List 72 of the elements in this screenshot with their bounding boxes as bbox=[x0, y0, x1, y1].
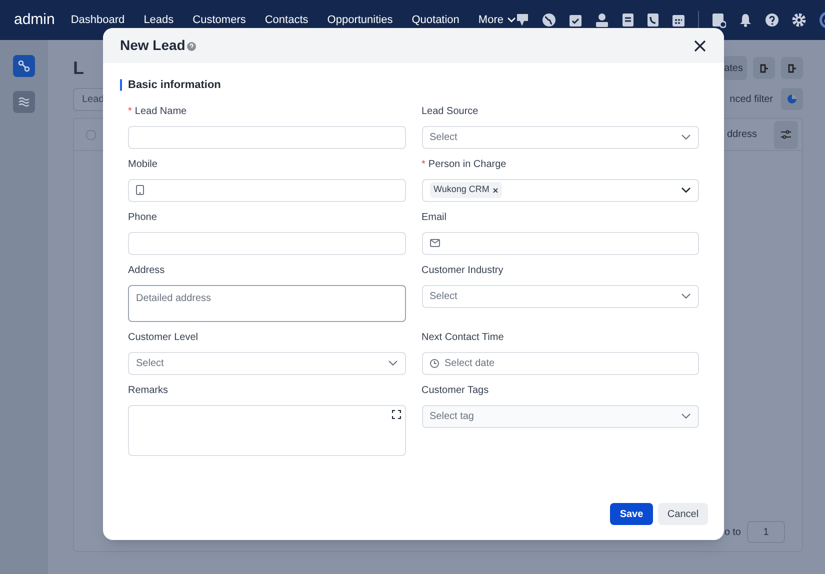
remove-icon bbox=[493, 188, 498, 192]
select-dropdown[interactable]: Select bbox=[422, 126, 699, 148]
nav-link[interactable]: Opportunities bbox=[327, 12, 393, 28]
brand-name: admin bbox=[14, 10, 55, 30]
field-label: Remarks bbox=[128, 384, 168, 398]
field-label: Lead Name bbox=[134, 105, 187, 119]
page-number-field[interactable]: 1 bbox=[747, 521, 785, 543]
close-icon[interactable] bbox=[694, 40, 706, 52]
field-label: Mobile bbox=[128, 158, 158, 172]
person-select[interactable]: Wukong CRM bbox=[422, 178, 699, 202]
advanced-filter-button[interactable]: nced filter bbox=[722, 92, 781, 106]
section-title: Basic information bbox=[128, 78, 221, 93]
chevron-down-icon bbox=[507, 17, 516, 23]
field-label: Customer Level bbox=[128, 331, 198, 345]
field-label: Customer Tags bbox=[422, 384, 489, 398]
tag-select-dropdown[interactable]: Select tag bbox=[422, 404, 699, 428]
nav-link[interactable]: Customers bbox=[192, 12, 246, 28]
bell-icon[interactable] bbox=[739, 13, 752, 27]
chart-icon[interactable] bbox=[781, 88, 803, 110]
document-icon[interactable] bbox=[622, 13, 634, 27]
nav-link[interactable]: Dashboard bbox=[70, 12, 125, 28]
mobile-icon bbox=[136, 185, 144, 195]
field-label: Customer Industry bbox=[422, 264, 504, 278]
chevron-down-icon bbox=[681, 293, 691, 299]
report-icon[interactable] bbox=[712, 12, 726, 28]
text-field[interactable] bbox=[128, 232, 406, 254]
cancel-button[interactable]: Cancel bbox=[658, 503, 708, 525]
calendar-check-icon[interactable] bbox=[569, 13, 582, 27]
calendar-icon[interactable] bbox=[672, 13, 686, 27]
mobile-field[interactable] bbox=[128, 178, 406, 202]
more-menu[interactable]: More bbox=[478, 12, 516, 28]
nav-link[interactable]: Leads bbox=[144, 12, 174, 28]
settings-icon[interactable] bbox=[792, 13, 806, 27]
nav-link[interactable]: Quotation bbox=[412, 12, 460, 28]
phone-book-icon[interactable] bbox=[647, 13, 660, 27]
column-header: ddress bbox=[726, 128, 757, 142]
field-label: Phone bbox=[128, 211, 157, 225]
expand-icon bbox=[392, 410, 400, 418]
page-title: L bbox=[73, 56, 84, 80]
field-label: Address bbox=[128, 264, 165, 278]
chevron-down-icon bbox=[681, 134, 691, 140]
field-label: Person in Charge bbox=[428, 158, 506, 172]
text-field[interactable] bbox=[128, 126, 406, 148]
chevron-down-icon bbox=[681, 413, 691, 419]
email-field[interactable] bbox=[422, 232, 699, 254]
checkbox[interactable] bbox=[86, 130, 96, 140]
user-icon[interactable] bbox=[595, 13, 610, 27]
chevron-down-icon bbox=[681, 187, 691, 193]
field-label: Lead Source bbox=[422, 105, 478, 119]
chevron-down-icon bbox=[388, 360, 398, 366]
help-icon[interactable] bbox=[765, 13, 780, 27]
address-textarea[interactable]: Detailed address bbox=[128, 284, 406, 322]
save-button[interactable]: Save bbox=[610, 503, 653, 525]
dialog-title: New Lead bbox=[120, 36, 186, 55]
field-label: Email bbox=[422, 211, 447, 225]
template-button[interactable]: ates bbox=[723, 56, 747, 80]
person-tag: Wukong CRM bbox=[430, 182, 502, 198]
go-to-label: o to bbox=[724, 526, 741, 540]
column-settings-icon[interactable] bbox=[774, 120, 798, 148]
select-dropdown[interactable]: Select bbox=[128, 352, 406, 374]
leads-nav-icon[interactable] bbox=[13, 55, 35, 77]
nav-link[interactable]: Contacts bbox=[264, 12, 308, 28]
required-asterisk: * bbox=[128, 105, 132, 119]
wave-nav-icon[interactable] bbox=[13, 91, 35, 113]
field-label: Next Contact Time bbox=[422, 331, 504, 345]
clock-icon bbox=[430, 358, 438, 368]
import-icon[interactable] bbox=[753, 57, 775, 79]
envelope-icon bbox=[430, 239, 440, 247]
select-dropdown[interactable]: Select bbox=[422, 284, 699, 308]
date-picker[interactable]: Select date bbox=[422, 352, 699, 374]
required-asterisk: * bbox=[422, 158, 426, 172]
export-icon[interactable] bbox=[781, 57, 803, 79]
